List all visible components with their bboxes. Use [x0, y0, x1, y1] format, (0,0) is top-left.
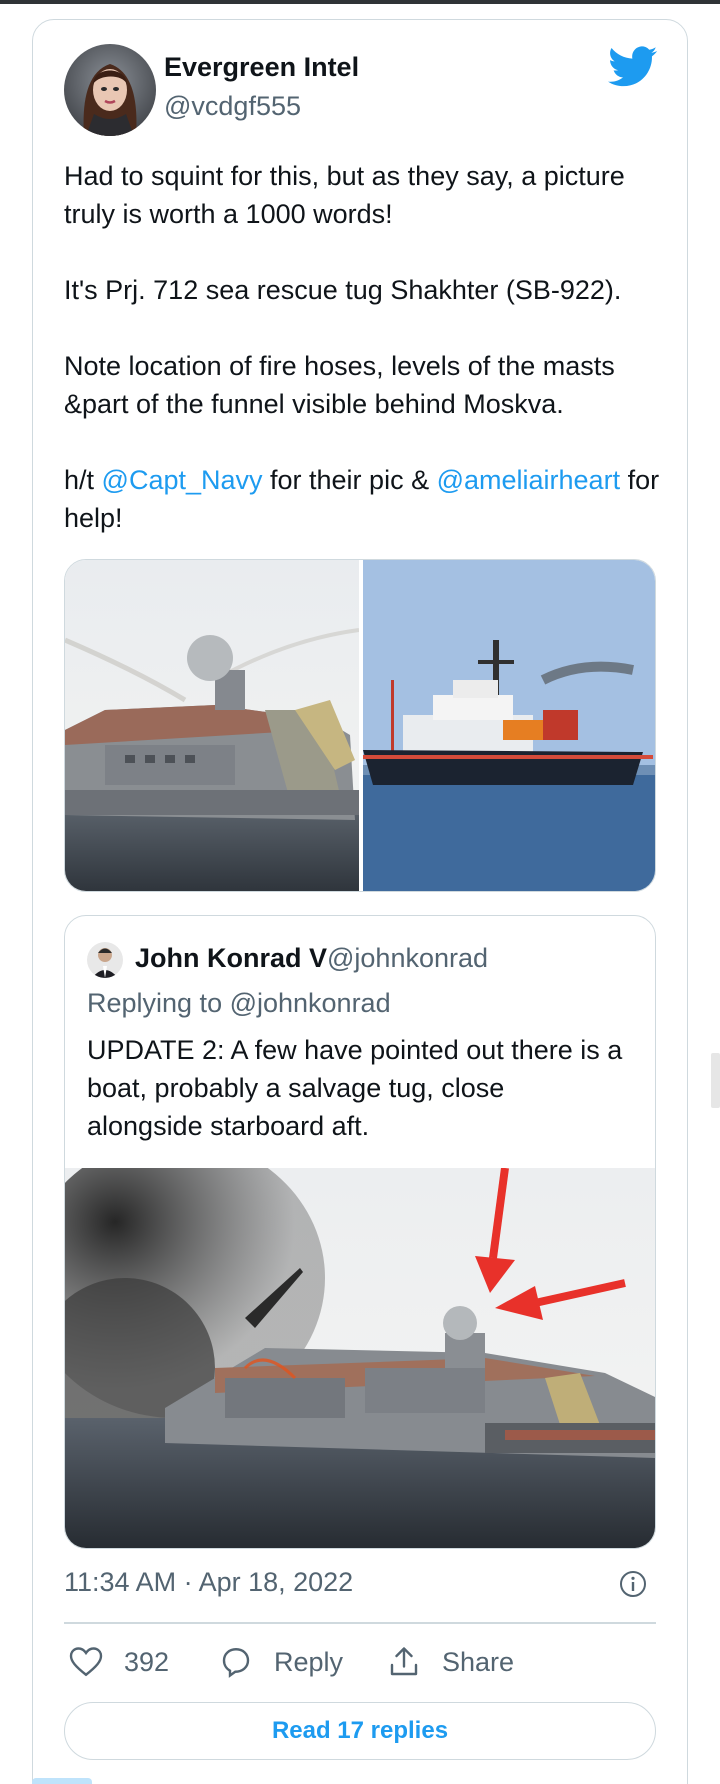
- tweet-line-1: Had to squint for this, but as they say,…: [64, 161, 625, 229]
- tweet-line-4: h/t @Capt_Navy for their pic & @ameliair…: [64, 461, 664, 537]
- author-avatar[interactable]: [64, 44, 156, 136]
- photo-shakhter-tug[interactable]: [363, 560, 655, 891]
- mention-ameliairheart[interactable]: @ameliairheart: [437, 465, 620, 495]
- like-count: 392: [124, 1646, 170, 1677]
- quoted-replying-to: Replying to @johnkonrad: [87, 988, 391, 1018]
- tweet-text-prefix: h/t: [64, 465, 102, 495]
- reply-button[interactable]: Reply: [218, 1642, 343, 1682]
- reply-label: Reply: [274, 1646, 344, 1677]
- divider: [64, 1622, 656, 1624]
- quoted-tweet-text: UPDATE 2: A few have pointed out there i…: [87, 1035, 623, 1141]
- bottom-edge-tab: [32, 1778, 92, 1784]
- tweet-line-2: It's Prj. 712 sea rescue tug Shakhter (S…: [64, 275, 622, 305]
- share-label: Share: [442, 1646, 515, 1677]
- quoted-author-handle[interactable]: @johnkonrad: [327, 943, 488, 974]
- twitter-bird-icon[interactable]: [608, 46, 658, 88]
- scrollbar-thumb[interactable]: [711, 1053, 720, 1108]
- photo-moskva-closeup[interactable]: [65, 560, 360, 891]
- mention-capt-navy[interactable]: @Capt_Navy: [102, 465, 263, 495]
- tweet-timestamp[interactable]: 11:34 AM · Apr 18, 2022: [64, 1567, 353, 1598]
- share-button[interactable]: Share: [386, 1642, 514, 1682]
- tweet-line-3: Note location of fire hoses, levels of t…: [64, 351, 615, 419]
- photo-moskva-burning[interactable]: [65, 1138, 655, 1548]
- quoted-author-avatar[interactable]: [87, 942, 123, 978]
- media-grid: [64, 559, 656, 892]
- tweet-body: Had to squint for this, but as they say,…: [64, 157, 664, 537]
- reply-bubble-icon: [222, 1648, 250, 1678]
- author-name[interactable]: Evergreen Intel: [164, 52, 359, 83]
- top-edge: [0, 0, 720, 4]
- tweet-text-middle: for their pic &: [262, 465, 437, 495]
- quoted-author-name[interactable]: John Konrad V: [135, 943, 327, 974]
- quoted-tweet[interactable]: John Konrad V @johnkonrad Replying to @j…: [64, 915, 656, 1549]
- author-handle[interactable]: @vcdgf555: [164, 91, 301, 122]
- heart-icon: [69, 1647, 103, 1677]
- info-icon[interactable]: [619, 1570, 647, 1598]
- share-icon: [390, 1647, 418, 1676]
- like-button[interactable]: 392: [68, 1642, 169, 1682]
- read-replies-button[interactable]: Read 17 replies: [64, 1702, 656, 1760]
